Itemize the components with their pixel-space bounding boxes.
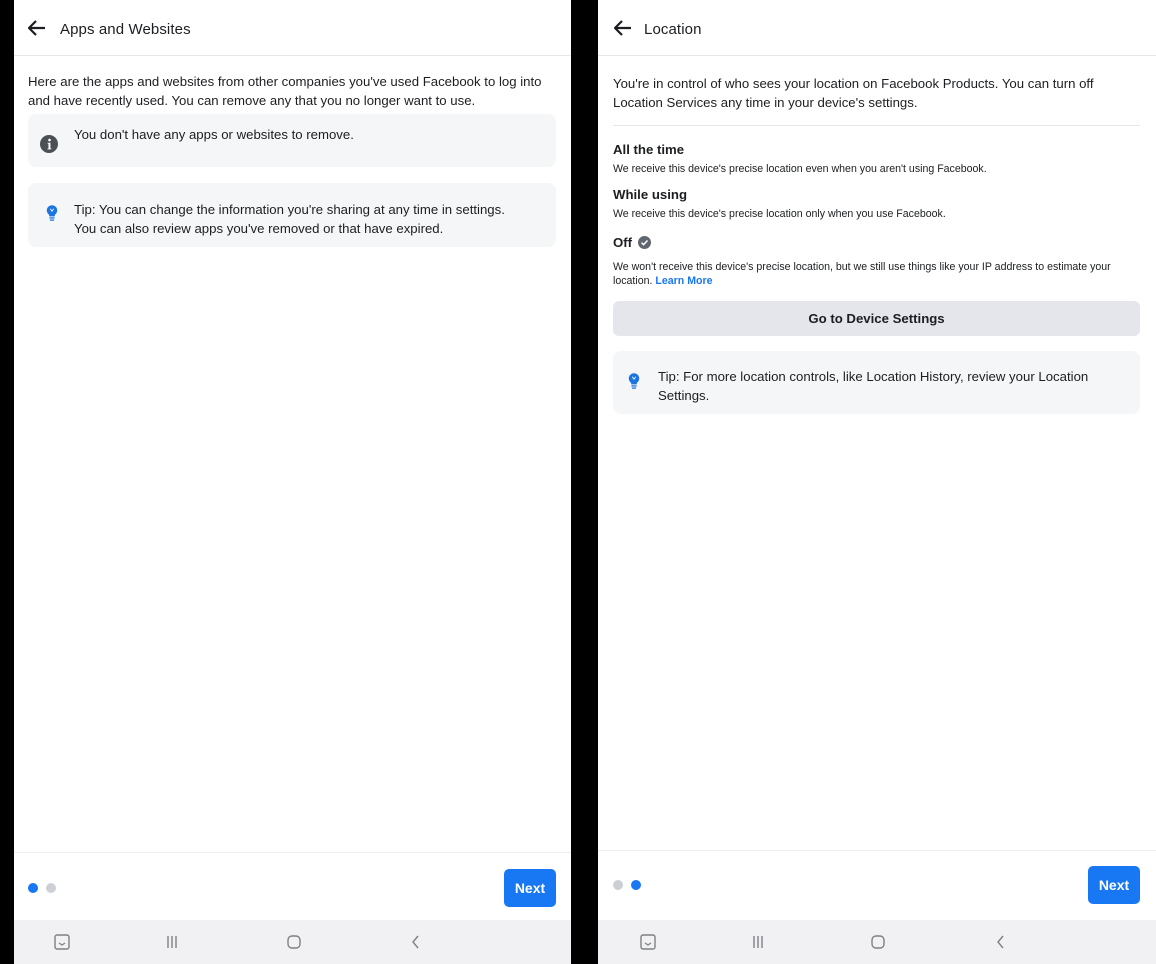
footer-divider [598,850,1156,851]
page-title: Location [644,21,702,38]
go-to-device-settings-button[interactable]: Go to Device Settings [613,301,1140,336]
recent-apps-icon[interactable] [748,932,768,952]
intro-text: Here are the apps and websites from othe… [28,74,542,108]
page-title: Apps and Websites [60,21,191,38]
intro-text: You're in control of who sees your locat… [613,76,1094,110]
pager-dot-active [631,880,641,890]
apps-websites-screen: Apps and Websites Here are the apps and … [14,0,571,964]
tip-card: Tip: For more location controls, like Lo… [613,351,1140,414]
check-circle-icon [638,236,652,249]
system-nav-bar [598,920,1156,964]
screenshot-icon[interactable] [52,932,72,952]
back-icon[interactable] [406,932,426,952]
pager-dot-active [28,883,38,893]
option-all-the-time-desc: We receive this device's precise locatio… [613,163,987,175]
pager-dot [46,883,56,893]
footer-divider [14,852,571,853]
back-icon[interactable] [991,932,1011,952]
tip-card-text: Tip: You can change the information you'… [74,202,505,236]
home-icon[interactable] [868,932,888,952]
option-off-desc: We won't receive this device's precise l… [613,260,1143,288]
lightbulb-icon [46,205,58,221]
tip-card: Tip: You can change the information you'… [28,183,556,247]
header: Location [598,0,1156,56]
pager-dot [613,880,623,890]
location-screen: Location You're in control of who sees y… [598,0,1156,964]
next-button[interactable]: Next [504,869,556,907]
option-all-the-time-title[interactable]: All the time [613,142,684,157]
info-card-text: You don't have any apps or websites to r… [74,127,354,142]
home-icon[interactable] [284,932,304,952]
info-icon [40,135,58,153]
option-while-using-title[interactable]: While using [613,187,687,202]
lightbulb-icon [628,373,640,389]
section-divider [613,125,1140,126]
option-off-label: Off [613,235,633,250]
system-nav-bar [14,920,571,964]
arrow-left-icon[interactable] [614,20,632,36]
screenshot-icon[interactable] [638,932,658,952]
header: Apps and Websites [14,0,571,56]
arrow-left-icon[interactable] [28,20,46,36]
recent-apps-icon[interactable] [162,932,182,952]
tip-card-text: Tip: For more location controls, like Lo… [658,369,1089,403]
option-off-title[interactable]: Off [613,235,652,250]
learn-more-link[interactable]: Learn More [655,275,712,287]
option-while-using-desc: We receive this device's precise locatio… [613,208,946,220]
next-button[interactable]: Next [1088,866,1140,904]
info-card: You don't have any apps or websites to r… [28,114,556,167]
